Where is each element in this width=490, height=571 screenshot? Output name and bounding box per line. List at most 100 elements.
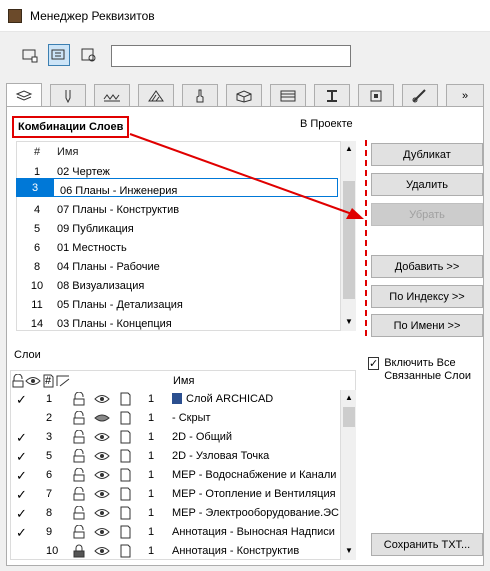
layer-row[interactable]: ✓ 8 1 MEP - Электрооборудование.ЭС — [10, 504, 340, 523]
include-linked-option[interactable]: ✓ Включить Все Связанные Слои — [368, 357, 484, 383]
layer-row[interactable]: ✓ 7 1 MEP - Отопление и Вентиляция — [10, 485, 340, 504]
eye-closed-icon[interactable] — [94, 412, 110, 424]
list-item[interactable]: 8 04 Планы - Рабочие — [17, 257, 355, 276]
layer-row[interactable]: 10 1 Аннотация - Конструктив — [10, 542, 340, 561]
lock-open-icon[interactable] — [72, 525, 86, 539]
delete-button[interactable]: Удалить — [371, 173, 483, 196]
page-icon[interactable] — [118, 449, 132, 463]
page-icon[interactable] — [118, 506, 132, 520]
tab-layers[interactable] — [6, 83, 42, 107]
scroll-thumb[interactable] — [343, 181, 355, 299]
lock-open-icon[interactable] — [72, 468, 86, 482]
layer-row[interactable]: ✓ 6 1 MEP - Водоснабжение и Канали — [10, 466, 340, 485]
combinations-scrollbar[interactable]: ▲ ▼ — [340, 141, 356, 331]
layer-row[interactable]: 2 1 - Скрыт — [10, 409, 340, 428]
row-num: 8 — [33, 260, 41, 273]
layer-checkmark[interactable]: ✓ — [16, 487, 27, 503]
eye-open-icon[interactable] — [94, 469, 110, 481]
row-name: 04 Планы - Рабочие — [57, 260, 160, 273]
search-input[interactable] — [111, 45, 351, 67]
fill-icon — [148, 89, 164, 101]
include-linked-checkbox[interactable]: ✓ — [368, 357, 380, 370]
lock-open-icon[interactable] — [72, 392, 86, 406]
layer-row[interactable]: ✓ 1 1 Слой ARCHICAD — [10, 390, 340, 409]
table-view-icon[interactable] — [19, 44, 41, 66]
page-icon[interactable] — [118, 544, 132, 558]
eye-open-icon[interactable] — [94, 431, 110, 443]
list-item[interactable]: 4 07 Планы - Конструктив — [17, 200, 355, 219]
row-name: 03 Планы - Концепция — [57, 317, 172, 330]
page-icon[interactable] — [118, 487, 132, 501]
tab-composites[interactable] — [270, 84, 306, 106]
eye-open-icon[interactable] — [94, 488, 110, 500]
page-icon[interactable] — [118, 392, 132, 406]
layer-num: 1 — [46, 393, 53, 405]
list-item[interactable]: 14 03 Планы - Концепция — [17, 314, 355, 330]
page-icon[interactable] — [118, 525, 132, 539]
tab-pens[interactable] — [50, 84, 86, 106]
eye-open-icon[interactable] — [94, 393, 110, 405]
scroll-down-icon[interactable]: ▼ — [345, 317, 353, 326]
save-txt-button[interactable]: Сохранить TXT... — [371, 533, 483, 556]
layer-checkmark[interactable]: ✓ — [16, 392, 27, 408]
eye-open-icon[interactable] — [94, 526, 110, 538]
remove-button[interactable]: Убрать — [371, 203, 483, 226]
in-project-label: В Проекте — [300, 118, 353, 130]
include-linked-label: Включить Все Связанные Слои — [384, 357, 471, 382]
eye-open-icon[interactable] — [94, 507, 110, 519]
eye-open-icon[interactable] — [94, 450, 110, 462]
preview-icon[interactable] — [78, 44, 100, 66]
row-num: 10 — [30, 279, 44, 292]
brush-icon — [196, 89, 204, 102]
scroll-thumb[interactable] — [343, 407, 355, 427]
mep-icon — [412, 88, 426, 102]
scroll-up-icon[interactable]: ▲ — [345, 144, 353, 153]
tab-building-materials[interactable] — [226, 84, 262, 106]
selected-row-edit-box — [16, 178, 338, 197]
layer-checkmark[interactable]: ✓ — [16, 430, 27, 446]
layers-icon — [15, 89, 33, 101]
duplicate-button[interactable]: Дубликат — [371, 143, 483, 166]
by-name-button[interactable]: По Имени >> — [371, 314, 483, 337]
list-item[interactable]: 5 09 Публикация — [17, 219, 355, 238]
pen-weight-header-icon — [56, 375, 70, 386]
layer-row[interactable]: ✓ 9 1 Аннотация - Выносная Надписи — [10, 523, 340, 542]
title-bar: Менеджер Реквизитов — [0, 0, 490, 32]
layers-scrollbar[interactable]: ▲ ▼ — [340, 390, 356, 560]
page-icon[interactable] — [118, 468, 132, 482]
layer-checkmark[interactable]: ✓ — [16, 525, 27, 541]
tab-line-types[interactable] — [94, 84, 130, 106]
list-item[interactable]: 10 08 Визуализация — [17, 276, 355, 295]
scroll-down-icon[interactable]: ▼ — [345, 546, 353, 555]
lock-open-icon[interactable] — [72, 506, 86, 520]
layer-row[interactable]: ✓ 5 1 2D - Узловая Точка — [10, 447, 340, 466]
list-item[interactable]: 11 05 Планы - Детализация — [17, 295, 355, 314]
tab-more[interactable]: » — [446, 84, 484, 106]
page-icon[interactable] — [118, 411, 132, 425]
layer-checkmark[interactable]: ✓ — [16, 506, 27, 522]
layer-checkmark[interactable]: ✓ — [16, 449, 27, 465]
tab-zones[interactable] — [358, 84, 394, 106]
scroll-up-icon[interactable]: ▲ — [345, 393, 353, 402]
by-index-button[interactable]: По Индексу >> — [371, 285, 483, 308]
page-icon[interactable] — [118, 430, 132, 444]
eye-open-icon[interactable] — [94, 545, 110, 557]
list-view-icon[interactable] — [48, 44, 70, 66]
tab-profiles[interactable] — [314, 84, 350, 106]
lock-open-icon[interactable] — [72, 411, 86, 425]
lock-open-icon[interactable] — [72, 449, 86, 463]
lock-open-icon[interactable] — [72, 430, 86, 444]
add-button[interactable]: Добавить >> — [371, 255, 483, 278]
layer-name: 2D - Узловая Точка — [172, 450, 270, 462]
lock-open-icon[interactable] — [72, 487, 86, 501]
archicad-app-icon — [8, 9, 22, 23]
layer-checkmark[interactable]: ✓ — [16, 468, 27, 484]
tab-surfaces[interactable] — [182, 84, 218, 106]
combinations-list[interactable]: # Имя 1 02 Чертеж 06 Планы - Инженерия 40… — [16, 141, 356, 331]
layer-name: MEP - Отопление и Вентиляция — [172, 488, 336, 500]
tab-fills[interactable] — [138, 84, 174, 106]
lock-closed-icon[interactable] — [72, 544, 86, 558]
list-item[interactable]: 6 01 Местность — [17, 238, 355, 257]
layer-row[interactable]: ✓ 3 1 2D - Общий — [10, 428, 340, 447]
tab-mep[interactable] — [402, 84, 438, 106]
